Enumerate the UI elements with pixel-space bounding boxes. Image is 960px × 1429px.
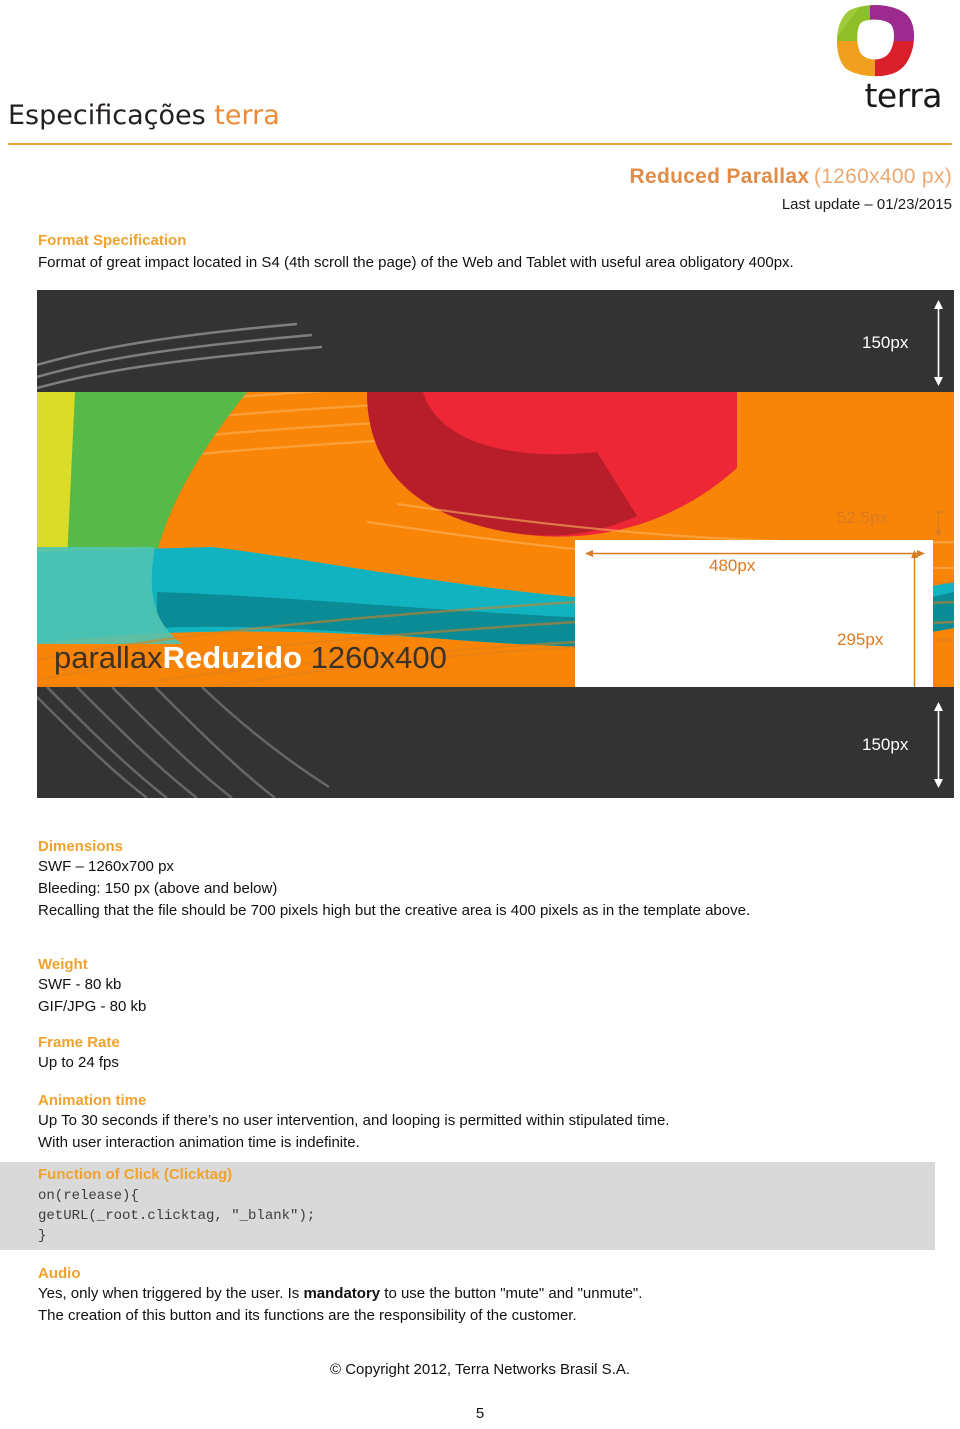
caption-size: 1260x400	[310, 640, 447, 675]
document-title-dimensions: (1260x400 px)	[813, 165, 952, 188]
section-heading-weight: Weight	[38, 956, 88, 973]
header-divider	[8, 143, 952, 145]
audio-line-1-a: Yes, only when triggered by the user. Is	[38, 1285, 304, 1302]
audio-line-1-b: to use the button "mute" and "unmute".	[380, 1285, 643, 1302]
document-title-main: Reduced Parallax	[629, 165, 810, 188]
top-gap-arrow	[934, 511, 943, 538]
page-title-main: Especificações	[8, 100, 206, 131]
dimensions-line-1: SWF – 1260x700 px	[38, 858, 174, 875]
dimensions-line-2: Bleeding: 150 px (above and below)	[38, 880, 278, 897]
parallax-banner-mockup: playervídeo 480px 295px 52.5px	[37, 290, 954, 798]
section-body-format-specification: Format of great impact located in S4 (4t…	[38, 254, 794, 271]
section-heading-animation-time: Animation time	[38, 1092, 147, 1109]
caption-normal: parallax	[54, 640, 163, 675]
audio-line-2: The creation of this button and its func…	[38, 1307, 577, 1324]
section-heading-format-specification: Format Specification	[38, 232, 187, 249]
bottom-bleed-arrow	[934, 702, 943, 788]
caption-bold: Reduzido	[162, 640, 303, 675]
page-title-accent: terra	[214, 100, 280, 131]
banner-top-bleed-band	[37, 290, 954, 392]
clicktag-code-text: on(release){ getURL(_root.clicktag, "_bl…	[38, 1188, 316, 1244]
document-title: Reduced Parallax (1260x400 px)	[630, 165, 953, 189]
dim-top-bleed-label: 150px	[862, 333, 909, 352]
banner-caption: parallaxReduzido 1260x400	[54, 640, 447, 676]
audio-line-1: Yes, only when triggered by the user. Is…	[38, 1285, 642, 1302]
terra-logo-icon	[832, 4, 918, 78]
banner-bottom-bleed-band	[37, 687, 954, 798]
page-title: Especificações terra	[8, 100, 280, 131]
document-last-update: Last update – 01/23/2015	[781, 196, 952, 213]
dimensions-line-3: Recalling that the file should be 700 pi…	[38, 902, 751, 919]
terra-brand-logo: terra	[782, 4, 942, 112]
section-heading-audio: Audio	[38, 1265, 81, 1282]
section-heading-dimensions: Dimensions	[38, 838, 124, 855]
audio-line-1-emphasis: mandatory	[303, 1285, 381, 1302]
animation-time-line-1: Up To 30 seconds if there’s no user inte…	[38, 1112, 670, 1129]
top-bleed-arrow	[934, 300, 943, 386]
animation-time-line-2: With user interaction animation time is …	[38, 1134, 360, 1151]
terra-logo-wordmark: terra	[864, 76, 942, 115]
frame-rate-line-1: Up to 24 fps	[38, 1054, 119, 1071]
dim-bottom-bleed-label: 150px	[862, 735, 909, 754]
weight-line-1: SWF - 80 kb	[38, 976, 122, 993]
dim-top-gap-label: 52.5px	[837, 508, 889, 527]
weight-line-2: GIF/JPG - 80 kb	[38, 998, 147, 1015]
footer-copyright: © Copyright 2012, Terra Networks Brasil …	[329, 1361, 631, 1378]
dim-player-height-label: 295px	[837, 630, 884, 649]
section-heading-clicktag: Function of Click (Clicktag)	[38, 1166, 233, 1183]
section-heading-frame-rate: Frame Rate	[38, 1034, 120, 1051]
footer-page-number: 5	[475, 1405, 485, 1422]
player-height-arrow	[911, 550, 918, 687]
dim-player-width-label: 480px	[709, 556, 756, 575]
